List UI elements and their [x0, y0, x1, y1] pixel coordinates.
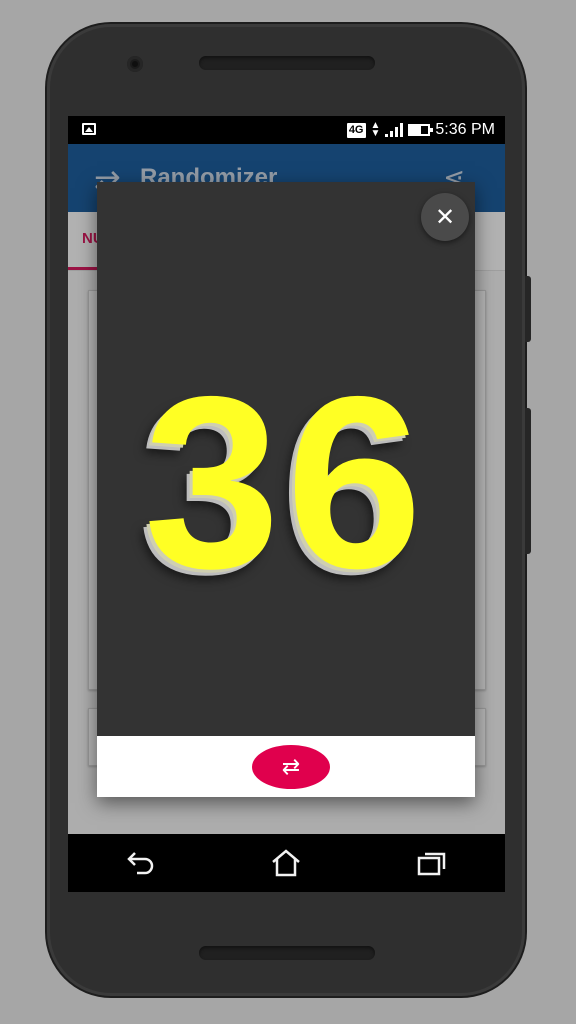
back-icon [127, 852, 154, 875]
signal-strength-icon [385, 123, 404, 137]
close-button[interactable]: ✕ [421, 193, 469, 241]
random-number: 36 [143, 345, 429, 619]
bottom-speaker [199, 946, 375, 960]
data-activity-icon: ▲ ▼ [370, 120, 381, 139]
home-button[interactable] [256, 841, 316, 885]
volume-button [525, 276, 531, 342]
recents-icon [417, 852, 446, 876]
status-time: 5:36 PM [435, 121, 495, 138]
battery-icon [408, 124, 434, 136]
home-icon [272, 849, 301, 877]
top-speaker [199, 56, 375, 70]
back-button[interactable] [111, 841, 171, 885]
screen: 4G ▲ ▼ 5:36 PM ⇄ Randomizer ⋖ NU 36 ✕ ⇄ [68, 116, 505, 892]
close-icon: ✕ [434, 203, 456, 231]
repeat-icon: ⇄ [281, 754, 301, 779]
image-notification-icon [82, 123, 96, 135]
front-camera [127, 56, 143, 72]
navigation-bar [68, 834, 505, 892]
recents-button[interactable] [402, 841, 462, 885]
status-bar: 4G ▲ ▼ 5:36 PM [68, 116, 505, 144]
power-button [525, 408, 531, 554]
regenerate-button[interactable]: ⇄ [252, 745, 330, 789]
network-type-badge: 4G [346, 122, 366, 138]
